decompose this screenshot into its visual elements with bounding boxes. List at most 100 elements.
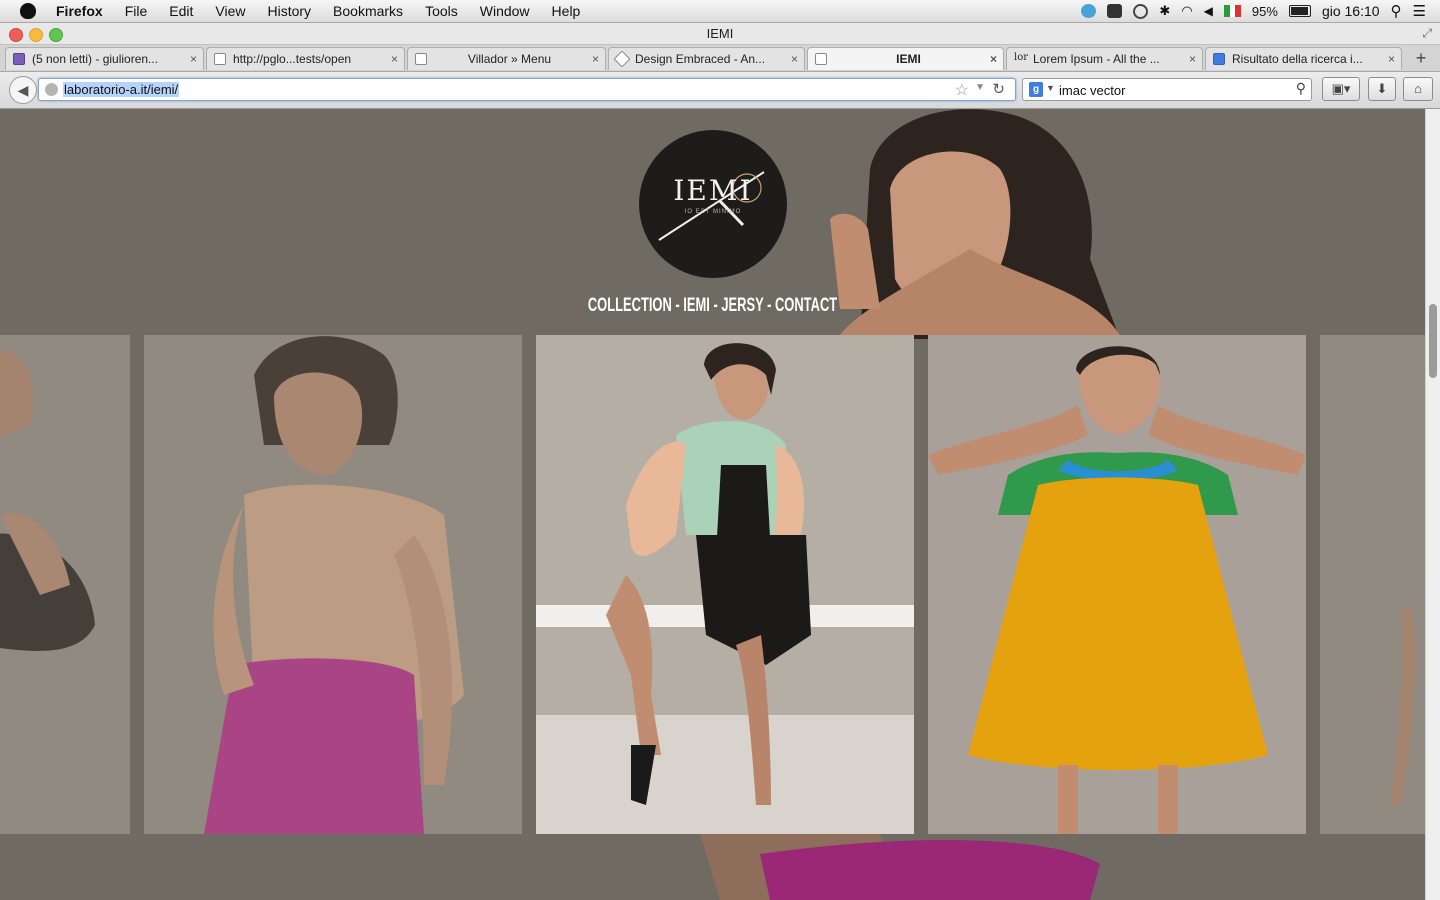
menu-view[interactable]: View: [215, 3, 245, 19]
close-tab-icon[interactable]: ×: [990, 48, 997, 70]
logo-subtitle: IO EST MINIMO: [684, 209, 742, 215]
menu-window[interactable]: Window: [480, 3, 530, 19]
close-tab-icon[interactable]: ×: [592, 48, 599, 70]
notification-center-icon[interactable]: ☰: [1413, 2, 1426, 20]
gallery-photo-partial-right[interactable]: [1320, 335, 1425, 834]
tab-label: (5 non letti) - giulioren...: [32, 52, 159, 66]
search-input[interactable]: [1057, 80, 1291, 101]
reload-icon[interactable]: ↻: [992, 80, 1005, 98]
back-button[interactable]: ◀: [9, 76, 37, 104]
tab-pglo[interactable]: http://pglo...tests/open ×: [206, 47, 405, 70]
close-tab-icon[interactable]: ×: [1388, 48, 1395, 70]
clock[interactable]: gio 16:10: [1322, 3, 1380, 19]
url-text[interactable]: laboratorio-a.it/iemi/: [63, 82, 180, 97]
tab-google-results[interactable]: Risultato della ricerca i... ×: [1205, 47, 1402, 70]
screenshot-button[interactable]: ▣▾: [1322, 77, 1360, 101]
time-machine-icon[interactable]: [1133, 3, 1149, 19]
url-history-dropdown-icon[interactable]: ▼: [975, 82, 985, 93]
nav-collection[interactable]: COLLECTION: [588, 295, 672, 316]
minimize-window-icon[interactable]: [29, 28, 43, 42]
menu-file[interactable]: File: [125, 3, 148, 19]
tab-lorem-ipsum[interactable]: lor Lorem Ipsum - All the ... ×: [1006, 47, 1203, 70]
window-title: IEMI: [706, 26, 734, 41]
macos-menu-bar: Firefox File Edit View History Bookmarks…: [0, 0, 1440, 23]
shield-check-icon[interactable]: [1107, 4, 1123, 18]
window-title-bar: IEMI ⤢: [0, 23, 1440, 45]
tab-label: Risultato della ricerca i...: [1232, 52, 1363, 66]
url-bar[interactable]: laboratorio-a.it/iemi/ ☆ ▼ ↻: [38, 78, 1016, 101]
web-page: IEMI IO EST MINIMO COLLECTION - IEMI - J…: [0, 109, 1425, 900]
menu-tools[interactable]: Tools: [425, 3, 458, 19]
scrollbar-thumb[interactable]: [1429, 304, 1437, 378]
nav-jersy[interactable]: JERSY: [721, 295, 763, 316]
tab-label: Villador » Menu: [467, 52, 552, 66]
mail-icon: [13, 53, 25, 65]
apple-menu-icon[interactable]: [20, 3, 36, 19]
close-tab-icon[interactable]: ×: [1189, 48, 1196, 70]
wifi-icon[interactable]: ◠: [1181, 3, 1192, 19]
status-menus: ✱ ◠ ◀ 95% gio 16:10 ⚲ ☰: [1081, 0, 1426, 22]
search-engine-dropdown-icon[interactable]: ▼: [1046, 83, 1055, 93]
fullscreen-icon[interactable]: ⤢: [1422, 23, 1432, 44]
page-icon: [815, 53, 827, 65]
menu-firefox[interactable]: Firefox: [56, 3, 103, 19]
battery-percent[interactable]: 95%: [1252, 4, 1278, 19]
site-navigation: COLLECTION - IEMI - JERSY - CONTACT: [228, 295, 1197, 317]
gallery-photo-partial-left[interactable]: [0, 335, 130, 834]
iemi-logo[interactable]: IEMI IO EST MINIMO: [639, 130, 787, 278]
tab-mail[interactable]: (5 non letti) - giulioren... ×: [5, 47, 204, 70]
home-button[interactable]: ⌂: [1403, 77, 1433, 101]
close-tab-icon[interactable]: ×: [391, 48, 398, 70]
tab-bar: (5 non letti) - giulioren... × http://pg…: [0, 45, 1440, 72]
navigation-toolbar: ◀ laboratorio-a.it/iemi/ ☆ ▼ ↻ g ▼ ⚲ ▣▾ …: [0, 72, 1440, 109]
menu-history[interactable]: History: [267, 3, 311, 19]
nav-separator: -: [763, 295, 775, 316]
hero-bottom-photo-strip: [0, 834, 1425, 900]
bookmark-star-icon[interactable]: ☆: [955, 80, 969, 100]
nav-separator: -: [671, 295, 684, 316]
logo-wordmark: IEMI: [673, 174, 753, 207]
camera-icon: ▣▾: [1331, 81, 1351, 96]
lorem-icon: lor: [1014, 52, 1028, 63]
model-dark-top-photo: [0, 335, 130, 834]
close-window-icon[interactable]: [9, 28, 23, 42]
close-tab-icon[interactable]: ×: [190, 48, 197, 70]
nav-iemi[interactable]: IEMI: [683, 295, 710, 316]
globe-icon[interactable]: [45, 83, 58, 96]
model-partial-right-photo: [1320, 335, 1425, 834]
sync-icon[interactable]: [1081, 4, 1097, 18]
new-tab-button[interactable]: +: [1410, 47, 1432, 69]
vertical-scrollbar[interactable]: [1425, 109, 1440, 900]
downloads-button[interactable]: ⬇: [1368, 77, 1396, 101]
gallery-photo-yellow-dress[interactable]: [928, 335, 1306, 834]
tab-label: IEMI: [896, 52, 921, 66]
tab-villador[interactable]: Villador » Menu ×: [407, 47, 606, 70]
nav-separator: -: [709, 295, 722, 316]
tab-label: http://pglo...tests/open: [233, 52, 352, 66]
page-icon: [214, 53, 226, 65]
diamond-icon: [613, 50, 631, 68]
tab-iemi[interactable]: IEMI ×: [807, 47, 1004, 70]
volume-icon[interactable]: ◀: [1204, 4, 1213, 18]
google-icon: [1213, 53, 1225, 65]
nav-contact[interactable]: CONTACT: [775, 295, 837, 316]
menu-bookmarks[interactable]: Bookmarks: [333, 3, 403, 19]
hero-background-photo: [830, 109, 1120, 340]
italian-flag-icon[interactable]: [1223, 5, 1241, 17]
menu-edit[interactable]: Edit: [169, 3, 193, 19]
bluetooth-icon[interactable]: ✱: [1159, 3, 1170, 19]
gallery-photo-peach-blouse[interactable]: [144, 335, 522, 834]
search-icon[interactable]: ⚲: [1296, 80, 1306, 97]
gallery-photo-mint-vest[interactable]: [536, 335, 914, 834]
search-engine-icon[interactable]: g: [1029, 82, 1043, 97]
tab-label: Design Embraced - An...: [635, 52, 766, 66]
tab-label: Lorem Ipsum - All the ...: [1033, 52, 1160, 66]
close-tab-icon[interactable]: ×: [791, 48, 798, 70]
page-icon: [415, 53, 427, 65]
zoom-window-icon[interactable]: [49, 28, 63, 42]
menu-help[interactable]: Help: [552, 3, 581, 19]
tab-design-embraced[interactable]: Design Embraced - An... ×: [608, 47, 805, 70]
spotlight-icon[interactable]: ⚲: [1391, 2, 1402, 20]
battery-icon[interactable]: [1288, 5, 1311, 17]
search-bar[interactable]: g ▼ ⚲: [1022, 78, 1312, 101]
